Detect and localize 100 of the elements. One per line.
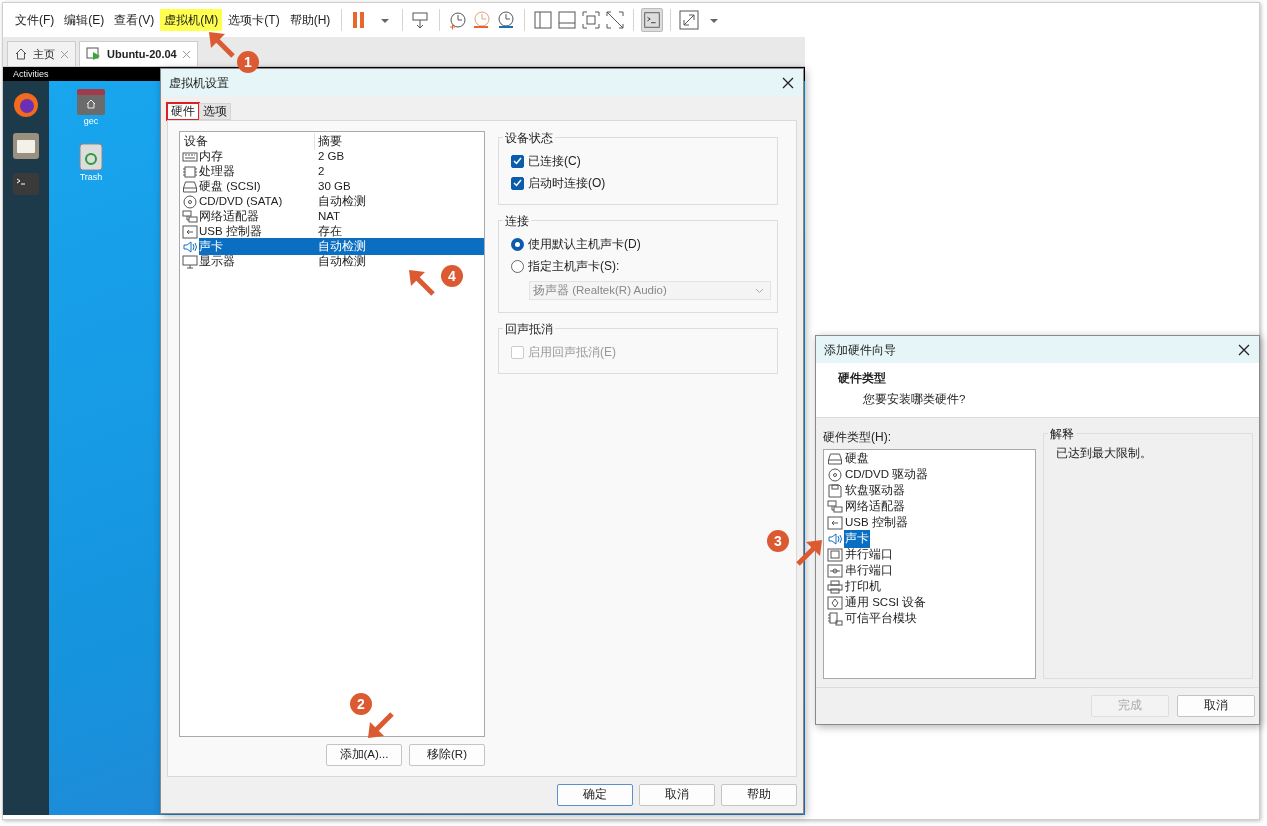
device-name: 显示器	[199, 253, 235, 269]
console-icon[interactable]	[642, 9, 663, 31]
hardware-item[interactable]: 声卡	[844, 530, 870, 548]
hardware-item[interactable]: CD/DVD 驱动器	[844, 466, 930, 484]
device-row[interactable]: CD/DVD (SATA) 自动检测	[180, 194, 484, 209]
disc-icon	[827, 468, 843, 482]
group-title: 解释	[1048, 425, 1076, 443]
printer-icon	[827, 580, 843, 594]
arrow-icon	[796, 538, 824, 566]
device-name: 处理器	[199, 163, 235, 179]
tab[interactable]: Ubuntu-20.04	[79, 41, 198, 66]
device-summary: NAT	[317, 208, 342, 224]
hardware-item[interactable]: 软盘驱动器	[844, 482, 906, 500]
checkbox[interactable]	[511, 176, 524, 190]
device-row[interactable]: 内存 2 GB	[180, 149, 484, 164]
speaker-icon	[182, 239, 198, 254]
dialog-button[interactable]: 取消	[639, 784, 715, 806]
device-row[interactable]: 处理器 2	[180, 164, 484, 179]
no-fit-icon[interactable]	[604, 9, 627, 31]
device-summary: 自动检测	[315, 237, 484, 256]
device-row[interactable]: USB 控制器 存在	[180, 224, 484, 239]
device-name: USB 控制器	[199, 223, 262, 239]
serial-port-icon	[827, 564, 843, 578]
column-header[interactable]: 设备	[180, 132, 315, 151]
usb-icon	[182, 224, 198, 239]
hardware-item[interactable]: 硬盘	[844, 450, 870, 468]
hardware-item[interactable]: 网络适配器	[844, 498, 906, 516]
hardware-item[interactable]: 并行端口	[844, 546, 894, 564]
checkbox-label: 启动时连接(O)	[528, 175, 606, 192]
device-row[interactable]: 声卡 自动检测	[180, 239, 484, 254]
checkbox[interactable]	[511, 154, 524, 168]
column-header[interactable]: 摘要	[315, 132, 484, 151]
chip-icon	[182, 164, 198, 179]
arrow-icon	[366, 712, 394, 740]
browser-icon[interactable]	[12, 91, 40, 119]
fullscreen-icon[interactable]	[678, 9, 701, 31]
dialog-button[interactable]: 移除(R)	[409, 744, 485, 766]
home-icon	[14, 47, 28, 61]
close-icon[interactable]	[1237, 342, 1251, 357]
menu-item[interactable]: 编辑(E)	[60, 9, 109, 31]
device-summary: 2 GB	[317, 148, 346, 164]
device-summary: 自动检测	[317, 193, 367, 209]
menu-item[interactable]: 帮助(H)	[285, 9, 335, 31]
dialog-button[interactable]: 确定	[557, 784, 633, 806]
hardware-item[interactable]: 通用 SCSI 设备	[844, 594, 928, 612]
radio-label: 指定主机声卡(S):	[528, 258, 620, 275]
menu-item[interactable]: 查看(V)	[110, 9, 159, 31]
dialog-button[interactable]: 添加(A)...	[326, 744, 402, 766]
disc-icon	[182, 194, 198, 209]
monitor-icon	[182, 254, 198, 269]
explanation-text: 已达到最大限制。	[1056, 445, 1153, 462]
tab[interactable]: 硬件	[167, 103, 199, 120]
menu-item[interactable]: 虚拟机(M)	[160, 9, 223, 31]
hardware-item[interactable]: 串行端口	[844, 562, 894, 580]
panel-layout-icon[interactable]	[556, 9, 579, 31]
arrow-icon	[207, 30, 235, 58]
hardware-item[interactable]: 打印机	[844, 578, 882, 596]
scsi-device-icon	[827, 596, 843, 610]
terminal-icon[interactable]	[13, 173, 39, 195]
dialog-button[interactable]: 帮助	[721, 784, 797, 806]
close-icon[interactable]	[781, 75, 795, 90]
wizard-subheading: 您要安装哪类硬件?	[862, 392, 967, 408]
device-name: 内存	[199, 148, 223, 164]
sidebar-layout-icon[interactable]	[532, 9, 555, 31]
hardware-item[interactable]: USB 控制器	[844, 514, 909, 532]
device-row[interactable]: 硬盘 (SCSI) 30 GB	[180, 179, 484, 194]
trash-icon[interactable]	[79, 142, 103, 171]
device-name: 声卡	[199, 237, 315, 256]
hard-drive-icon	[182, 179, 198, 194]
radio-label: 使用默认主机声卡(D)	[528, 236, 641, 253]
speaker-icon	[827, 532, 843, 546]
home-folder-icon[interactable]	[77, 89, 105, 115]
radio-button[interactable]	[511, 259, 524, 273]
device-row[interactable]: 网络适配器 NAT	[180, 209, 484, 224]
dialog-button[interactable]: 取消	[1177, 695, 1255, 717]
hardware-item[interactable]: 可信平台模块	[844, 610, 918, 628]
menu-item[interactable]: 文件(F)	[11, 9, 59, 31]
dialog-title: 虚拟机设置	[169, 74, 229, 92]
list-label: 硬件类型(H):	[823, 429, 892, 446]
checkbox-label: 启用回声抵消(E)	[528, 344, 616, 361]
menu-item[interactable]: 选项卡(T)	[224, 9, 284, 31]
hard-drive-icon	[827, 452, 843, 466]
checkbox-label: 已连接(C)	[528, 153, 581, 170]
device-name: CD/DVD (SATA)	[199, 193, 283, 209]
device-name: 网络适配器	[199, 208, 259, 224]
arrow-icon	[407, 268, 435, 296]
network-icon	[182, 209, 198, 224]
radio-button[interactable]	[511, 237, 524, 251]
chip-lock-icon	[827, 612, 843, 626]
device-summary: 30 GB	[317, 178, 352, 194]
device-summary: 存在	[317, 223, 343, 239]
vm-icon	[86, 47, 102, 61]
memory-icon	[182, 149, 198, 164]
network-icon	[827, 500, 843, 514]
folder-icon[interactable]	[13, 133, 39, 159]
tab[interactable]: 主页	[7, 41, 76, 66]
group-title: 连接	[503, 212, 531, 230]
group-title: 回声抵消	[503, 320, 555, 338]
chevron-icon	[755, 287, 764, 294]
tab[interactable]: 选项	[199, 103, 231, 120]
